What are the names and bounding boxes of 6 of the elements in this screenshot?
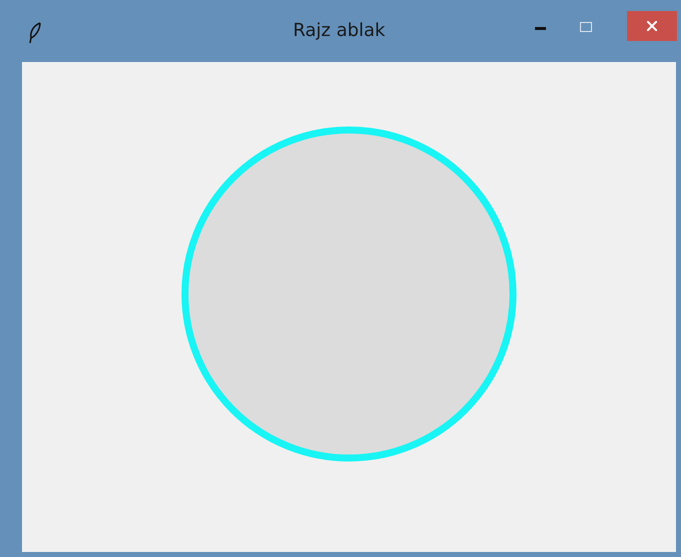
minimize-icon: [534, 26, 546, 30]
close-icon: [647, 21, 657, 31]
window-title: Rajz ablak: [293, 22, 386, 40]
maximize-icon: [580, 22, 592, 32]
feather-icon: [28, 22, 42, 44]
close-button[interactable]: [627, 11, 677, 41]
